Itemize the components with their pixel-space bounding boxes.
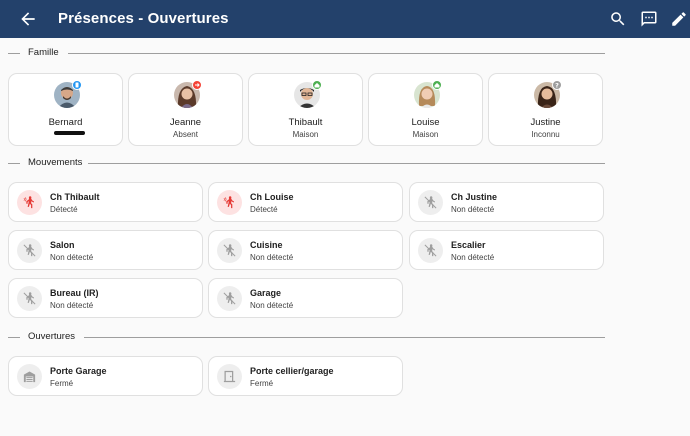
section-label: Mouvements bbox=[26, 157, 85, 168]
section-label: Famille bbox=[26, 47, 61, 58]
tile-state: Détecté bbox=[50, 205, 78, 214]
person-card-thibault[interactable]: Thibault Maison bbox=[248, 73, 363, 146]
person-name: Louise bbox=[411, 117, 440, 128]
motion-off-icon bbox=[217, 286, 242, 311]
motion-tile[interactable]: Escalier Non détecté bbox=[409, 230, 604, 270]
page-title: Présences - Ouvertures bbox=[58, 10, 229, 27]
question-icon: ? bbox=[552, 80, 562, 90]
home-icon bbox=[432, 80, 442, 90]
tile-state: Détecté bbox=[250, 205, 278, 214]
motion-tile[interactable]: Bureau (IR) Non détecté bbox=[8, 278, 203, 318]
person-state: Absent bbox=[173, 130, 198, 139]
tile-name: Porte cellier/garage bbox=[250, 366, 334, 376]
motion-tile[interactable]: Salon Non détecté bbox=[8, 230, 203, 270]
person-name: Jeanne bbox=[169, 117, 202, 128]
tile-name: Ch Thibault bbox=[50, 192, 100, 202]
tile-state: Fermé bbox=[50, 379, 74, 388]
away-icon bbox=[192, 80, 202, 90]
motion-tile[interactable]: Cuisine Non détecté bbox=[208, 230, 403, 270]
tile-state: Non détecté bbox=[250, 253, 294, 262]
tile-state: Non détecté bbox=[250, 301, 294, 310]
door-tile-porte-cellier[interactable]: Porte cellier/garage Fermé bbox=[208, 356, 403, 396]
tile-state: Fermé bbox=[250, 379, 274, 388]
person-card-bernard[interactable]: Bernard bbox=[8, 73, 123, 146]
door-tile-porte-garage[interactable]: Porte Garage Fermé bbox=[8, 356, 203, 396]
tile-state: Non détecté bbox=[451, 205, 495, 214]
person-card-justine[interactable]: ? Justine Inconnu bbox=[488, 73, 603, 146]
redaction-mark bbox=[54, 131, 85, 135]
tile-state: Non détecté bbox=[50, 253, 94, 262]
comment-icon[interactable] bbox=[640, 10, 658, 28]
motion-off-icon bbox=[17, 286, 42, 311]
person-state: Maison bbox=[412, 130, 439, 139]
person-name: Thibault bbox=[288, 117, 323, 128]
top-app-bar: Présences - Ouvertures bbox=[0, 0, 690, 38]
person-card-louise[interactable]: Louise Maison bbox=[368, 73, 483, 146]
svg-text:?: ? bbox=[555, 82, 559, 90]
tile-name: Porte Garage bbox=[50, 366, 107, 376]
home-icon bbox=[312, 80, 322, 90]
door-icon bbox=[217, 364, 242, 389]
tile-name: Escalier bbox=[451, 240, 486, 250]
motion-tile[interactable]: Ch Justine Non détecté bbox=[409, 182, 604, 222]
tile-name: Ch Louise bbox=[250, 192, 294, 202]
tile-state: Non détecté bbox=[50, 301, 94, 310]
person-name: Bernard bbox=[48, 117, 83, 128]
arrow-left-icon[interactable] bbox=[18, 9, 38, 29]
motion-tile[interactable]: Garage Non détecté bbox=[208, 278, 403, 318]
tile-name: Ch Justine bbox=[451, 192, 498, 202]
section-mouvements: Mouvements bbox=[8, 157, 605, 169]
tile-name: Bureau (IR) bbox=[50, 288, 99, 298]
search-icon[interactable] bbox=[609, 10, 627, 28]
motion-detected-icon bbox=[217, 190, 242, 215]
person-card-jeanne[interactable]: Jeanne Absent bbox=[128, 73, 243, 146]
person-state: Inconnu bbox=[531, 130, 560, 139]
tile-name: Cuisine bbox=[250, 240, 283, 250]
motion-off-icon bbox=[17, 238, 42, 263]
pencil-icon[interactable] bbox=[670, 10, 688, 28]
tile-state: Non détecté bbox=[451, 253, 495, 262]
person-name: Justine bbox=[530, 117, 561, 128]
motion-off-icon bbox=[418, 190, 443, 215]
motion-off-icon bbox=[217, 238, 242, 263]
person-state: Maison bbox=[292, 130, 319, 139]
section-ouvertures: Ouvertures bbox=[8, 331, 605, 343]
tile-name: Garage bbox=[250, 288, 282, 298]
motion-tile[interactable]: Ch Thibault Détecté bbox=[8, 182, 203, 222]
phone-icon bbox=[72, 80, 82, 90]
garage-icon bbox=[17, 364, 42, 389]
section-famille: Famille bbox=[8, 47, 605, 59]
section-label: Ouvertures bbox=[26, 331, 77, 342]
motion-off-icon bbox=[418, 238, 443, 263]
motion-detected-icon bbox=[17, 190, 42, 215]
motion-tile[interactable]: Ch Louise Détecté bbox=[208, 182, 403, 222]
tile-name: Salon bbox=[50, 240, 75, 250]
